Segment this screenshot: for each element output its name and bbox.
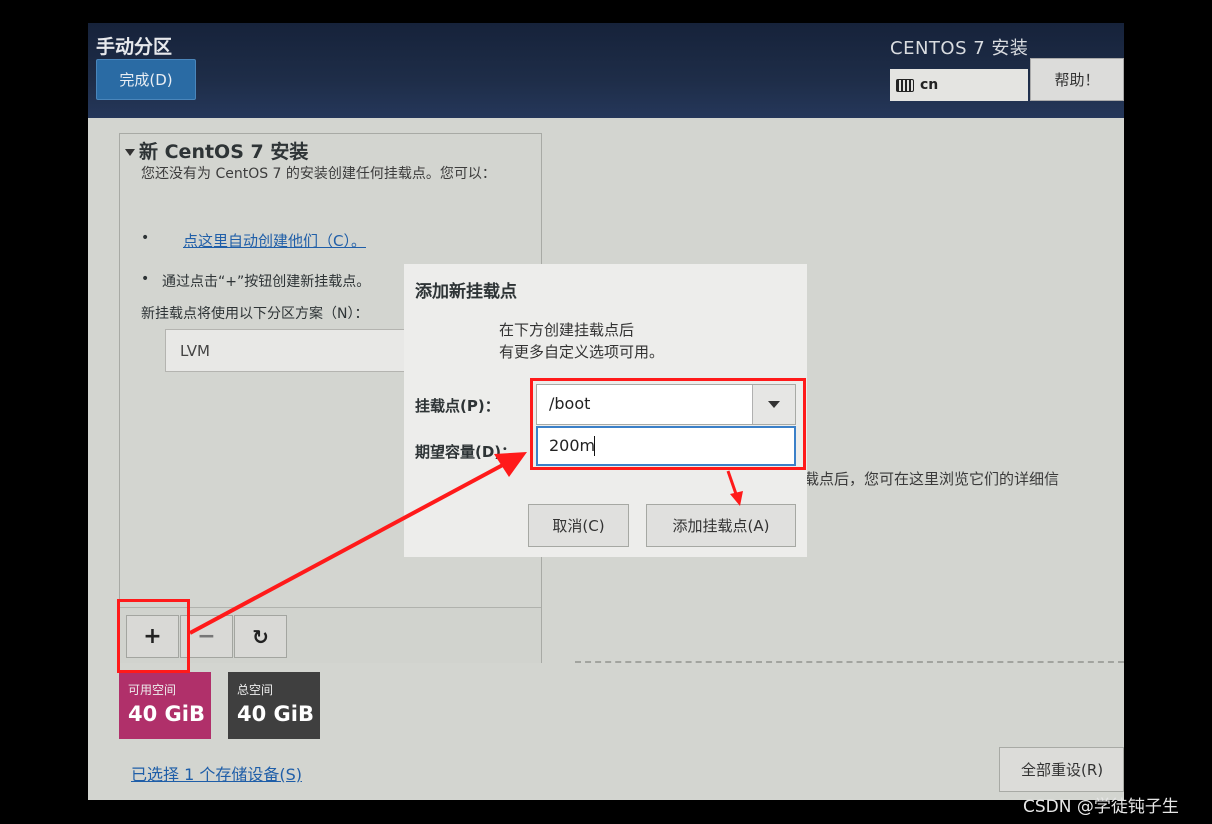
- watermark: CSDN @学徒钝子生: [1023, 797, 1179, 817]
- annotation-arrowhead: [730, 491, 743, 506]
- annotation-arrow-line: [189, 458, 513, 635]
- annotation-arrows: [189, 452, 743, 635]
- annotation-arrowhead: [494, 452, 527, 477]
- annotation-arrow-line: [726, 470, 738, 495]
